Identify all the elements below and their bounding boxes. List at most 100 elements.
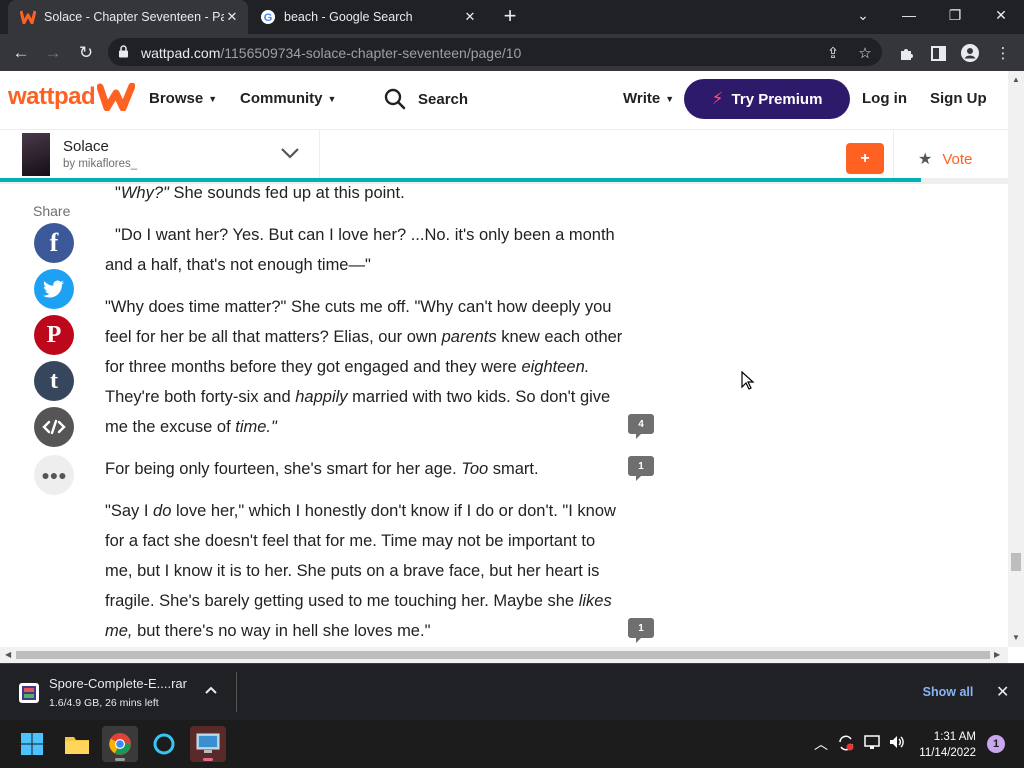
tab-solace[interactable]: Solace - Chapter Seventeen - Pag ✕ xyxy=(8,0,248,34)
forward-icon[interactable]: → xyxy=(40,40,66,66)
caret-down-icon: ▼ xyxy=(327,93,337,104)
rar-file-icon[interactable] xyxy=(18,682,40,704)
community-menu[interactable]: Community ▼ xyxy=(240,90,336,107)
scroll-right-icon[interactable]: ▶ xyxy=(994,650,1000,659)
story-title[interactable]: Solace xyxy=(63,138,109,155)
taskbar: ︿ 1:31 AM 11/14/2022 1 xyxy=(0,720,1024,768)
paragraph: "Say I do love her," which I honestly do… xyxy=(105,502,616,640)
divider xyxy=(893,130,894,180)
scrollbar-thumb[interactable] xyxy=(1011,553,1021,571)
chrome-icon[interactable] xyxy=(102,726,138,762)
embed-icon[interactable] xyxy=(34,407,74,447)
download-bar: Spore-Complete-E....rar 1.6/4.9 GB, 26 m… xyxy=(0,663,1024,720)
tab-search-icon[interactable]: ⌄ xyxy=(840,0,886,30)
browser-tab-strip: Solace - Chapter Seventeen - Pag ✕ G bea… xyxy=(0,0,1024,34)
facebook-icon[interactable]: f xyxy=(34,223,74,263)
lock-icon xyxy=(118,45,129,63)
login-link[interactable]: Log in xyxy=(862,90,907,107)
wattpad-icon xyxy=(20,9,36,25)
search-button[interactable]: Search xyxy=(384,88,468,110)
scroll-up-icon[interactable]: ▲ xyxy=(1012,75,1020,84)
pinterest-icon[interactable]: P xyxy=(34,315,74,355)
profile-icon[interactable] xyxy=(960,43,980,63)
download-status: 1.6/4.9 GB, 26 mins left xyxy=(49,697,159,709)
show-hidden-icons-chevron-icon[interactable]: ︿ xyxy=(814,734,828,754)
clock-date: 11/14/2022 xyxy=(919,747,976,759)
paragraph: "Do I want her? Yes. But can I love her?… xyxy=(105,226,615,274)
comment-count-badge[interactable]: 1 xyxy=(628,456,654,481)
paragraph: For being only fourteen, she's smart for… xyxy=(105,460,539,478)
url-text: wattpad.com/1156509734-solace-chapter-se… xyxy=(141,45,522,61)
chevron-up-icon[interactable] xyxy=(204,684,218,696)
notification-badge[interactable]: 1 xyxy=(987,735,1005,753)
close-icon[interactable]: ✕ xyxy=(224,9,240,25)
comment-count-badge[interactable]: 4 xyxy=(628,414,654,439)
story-text: "Why?" She sounds fed up at this point. … xyxy=(105,178,625,658)
close-icon[interactable]: ✕ xyxy=(996,682,1009,702)
address-bar[interactable]: wattpad.com/1156509734-solace-chapter-se… xyxy=(108,38,882,66)
twitter-icon[interactable] xyxy=(34,269,74,309)
system-clock[interactable]: 1:31 AM 11/14/2022 xyxy=(904,729,976,761)
side-panel-icon[interactable] xyxy=(928,43,948,63)
try-premium-button[interactable]: ⚡ Try Premium xyxy=(684,79,850,119)
reload-icon[interactable]: ↻ xyxy=(73,40,99,66)
caret-down-icon: ▼ xyxy=(665,93,675,104)
minimize-button[interactable]: — xyxy=(886,0,932,30)
back-icon[interactable]: ← xyxy=(8,40,34,66)
close-window-button[interactable]: ✕ xyxy=(978,0,1024,30)
running-indicator xyxy=(115,758,125,761)
story-info-bar: Solace by mikaflores_ + ★ Vote xyxy=(0,129,1008,180)
search-icon xyxy=(384,88,406,110)
share-label: Share xyxy=(33,203,71,219)
more-icon[interactable]: ●●● xyxy=(34,455,74,495)
browser-toolbar: ← → ↻ wattpad.com/1156509734-solace-chap… xyxy=(0,34,1024,71)
wattpad-w-icon xyxy=(97,83,136,111)
star-icon: ★ xyxy=(918,151,933,168)
download-filename[interactable]: Spore-Complete-E....rar xyxy=(49,676,187,691)
clock-time: 1:31 AM xyxy=(933,731,976,743)
divider xyxy=(319,130,320,180)
tumblr-icon[interactable]: t xyxy=(34,361,74,401)
file-explorer-icon[interactable] xyxy=(59,726,95,762)
menu-kebab-icon[interactable]: ⋮ xyxy=(993,43,1013,63)
remote-desktop-icon[interactable] xyxy=(190,726,226,762)
mouse-cursor-icon xyxy=(741,371,755,390)
svg-text:G: G xyxy=(264,12,273,24)
cortana-icon[interactable] xyxy=(146,726,182,762)
add-to-list-button[interactable]: + xyxy=(846,143,884,174)
share-page-icon[interactable]: ⇪ xyxy=(824,44,842,62)
tab-google-search[interactable]: G beach - Google Search ✕ xyxy=(250,0,486,34)
scrollbar-thumb[interactable] xyxy=(16,651,990,659)
wattpad-logo[interactable]: wattpad xyxy=(8,83,136,111)
vertical-scrollbar[interactable]: ▲ ▼ xyxy=(1008,71,1024,647)
story-author[interactable]: by mikaflores_ xyxy=(63,158,137,170)
signup-link[interactable]: Sign Up xyxy=(930,90,987,107)
scroll-down-icon[interactable]: ▼ xyxy=(1012,633,1020,642)
network-icon[interactable] xyxy=(864,734,882,753)
scroll-left-icon[interactable]: ◀ xyxy=(5,650,11,659)
divider xyxy=(236,672,237,712)
running-indicator xyxy=(203,758,213,761)
vote-button[interactable]: ★ Vote xyxy=(918,149,972,169)
close-icon[interactable]: ✕ xyxy=(462,9,478,25)
tab-title: beach - Google Search xyxy=(284,10,413,24)
horizontal-scrollbar[interactable]: ◀ ▶ xyxy=(0,647,1008,663)
extensions-icon[interactable] xyxy=(896,43,916,63)
new-tab-button[interactable]: + xyxy=(500,5,520,27)
windows-start-icon[interactable] xyxy=(14,726,50,762)
google-icon: G xyxy=(260,9,276,25)
restore-button[interactable]: ❐ xyxy=(932,0,978,30)
bookmark-star-icon[interactable]: ☆ xyxy=(856,44,874,62)
show-all-button[interactable]: Show all xyxy=(914,678,982,706)
paragraph: "Why?" She sounds fed up at this point. xyxy=(115,184,405,202)
write-menu[interactable]: Write ▼ xyxy=(623,90,674,107)
chevron-down-icon[interactable] xyxy=(280,146,300,160)
story-cover-image[interactable] xyxy=(22,133,50,176)
browse-menu[interactable]: Browse ▼ xyxy=(149,90,217,107)
sync-icon[interactable] xyxy=(837,734,855,755)
caret-down-icon: ▼ xyxy=(208,93,218,104)
paragraph: "Why does time matter?" She cuts me off.… xyxy=(105,298,623,436)
tab-title: Solace - Chapter Seventeen - Pag xyxy=(44,10,224,24)
site-header: wattpad Browse ▼ Community ▼ Search Write ▼… xyxy=(0,71,1008,129)
comment-count-badge[interactable]: 1 xyxy=(628,618,654,643)
